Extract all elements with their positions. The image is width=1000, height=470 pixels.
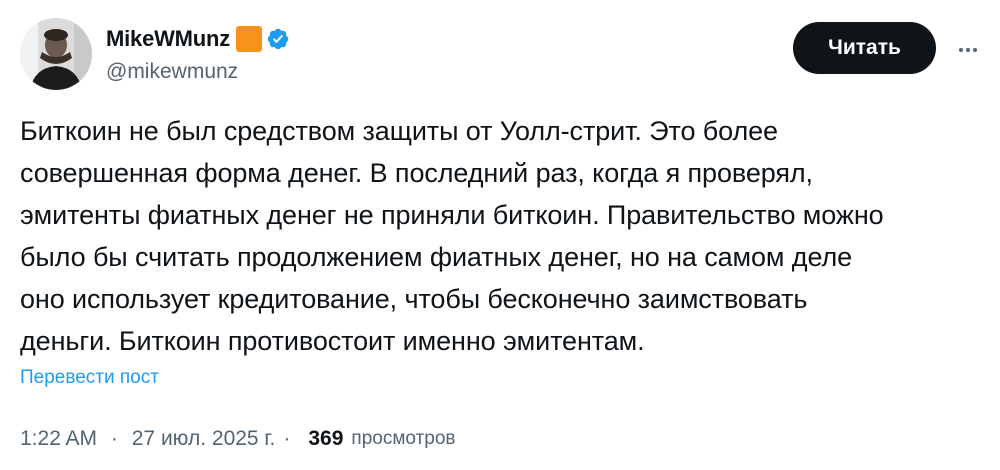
tweet-text-line: эмитенты фиатных денег не приняли биткои… (20, 200, 884, 230)
translate-post-link[interactable]: Перевести пост (20, 367, 159, 389)
orange-square-badge-icon (236, 26, 263, 52)
tweet-date: 27 июл. 2025 г. (131, 427, 276, 450)
tweet-text-line: было бы считать продолжением фиатных ден… (20, 242, 853, 272)
verified-badge-icon (267, 28, 289, 50)
author-handle[interactable]: @mikewmunz (106, 60, 238, 84)
author-name-row: MikeWMunz (106, 24, 290, 54)
more-horizontal-icon[interactable] (954, 36, 982, 64)
tweet-time: 1:22 AM (20, 427, 98, 450)
timestamp-link[interactable]: 1:22 AM · 27 июл. 2025 г. (20, 427, 275, 451)
tweet-text-line: Биткоин не был средством защиты от Уолл-… (20, 116, 778, 146)
more-dots-icon (959, 48, 977, 52)
meta-separator: · (110, 427, 118, 450)
tweet-text-line: деньги. Биткоин противостоит именно эмит… (20, 326, 645, 356)
tweet-text-line: совершенная форма денег. В последний раз… (20, 158, 813, 188)
author-display-name[interactable]: MikeWMunz (106, 26, 230, 52)
tweet-text: Биткоин не был средством защиты от Уолл-… (20, 110, 980, 362)
avatar[interactable] (20, 18, 92, 90)
views-count: 369 (308, 427, 344, 450)
tweet-meta: 1:22 AM · 27 июл. 2025 г. · 369 просмотр… (20, 424, 456, 454)
tweet-text-line: оно использует кредитование, чтобы беско… (20, 284, 808, 314)
tweet-card: MikeWMunz @mikewmunz Читать Биткоин не б… (0, 0, 1000, 470)
follow-button[interactable]: Читать (793, 22, 936, 74)
views-label: просмотров (351, 428, 456, 449)
meta-separator: · (283, 427, 291, 450)
avatar-photo-icon (20, 18, 92, 90)
